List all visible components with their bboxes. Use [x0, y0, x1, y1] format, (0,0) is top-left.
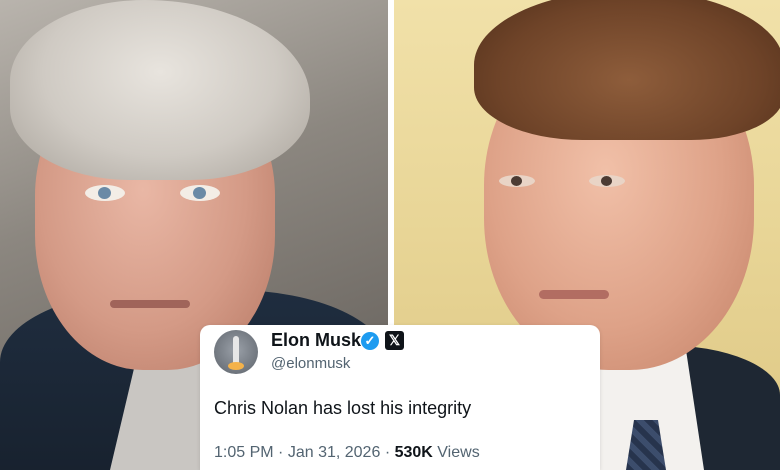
flame-icon: [228, 362, 244, 370]
tweet-card[interactable]: Elon Musk ✓ 𝕏 @elonmusk Chris Nolan has …: [200, 325, 600, 470]
tweet-date[interactable]: Jan 31, 2026: [288, 444, 381, 461]
mouth: [110, 300, 190, 308]
verified-badge-icon: ✓: [361, 332, 379, 350]
x-logo-icon: 𝕏: [385, 331, 404, 350]
views-count: 530K: [394, 444, 433, 461]
avatar[interactable]: [214, 330, 258, 374]
eye: [589, 175, 625, 187]
eye: [180, 185, 220, 201]
tweet-meta: 1:05 PM · Jan 31, 2026 · 530K Views: [214, 444, 480, 462]
handle[interactable]: @elonmusk: [271, 355, 350, 372]
separator: ·: [384, 444, 391, 461]
mouth: [539, 290, 609, 299]
eye: [499, 175, 535, 187]
eye: [85, 185, 125, 201]
tweet-time[interactable]: 1:05 PM: [214, 444, 274, 461]
display-name[interactable]: Elon Musk: [271, 330, 361, 351]
rocket-icon: [233, 336, 239, 364]
hair: [474, 0, 780, 140]
tweet-text: Chris Nolan has lost his integrity: [214, 398, 472, 418]
separator: ·: [278, 444, 284, 461]
views-label: Views: [437, 444, 480, 461]
hair: [10, 0, 310, 180]
